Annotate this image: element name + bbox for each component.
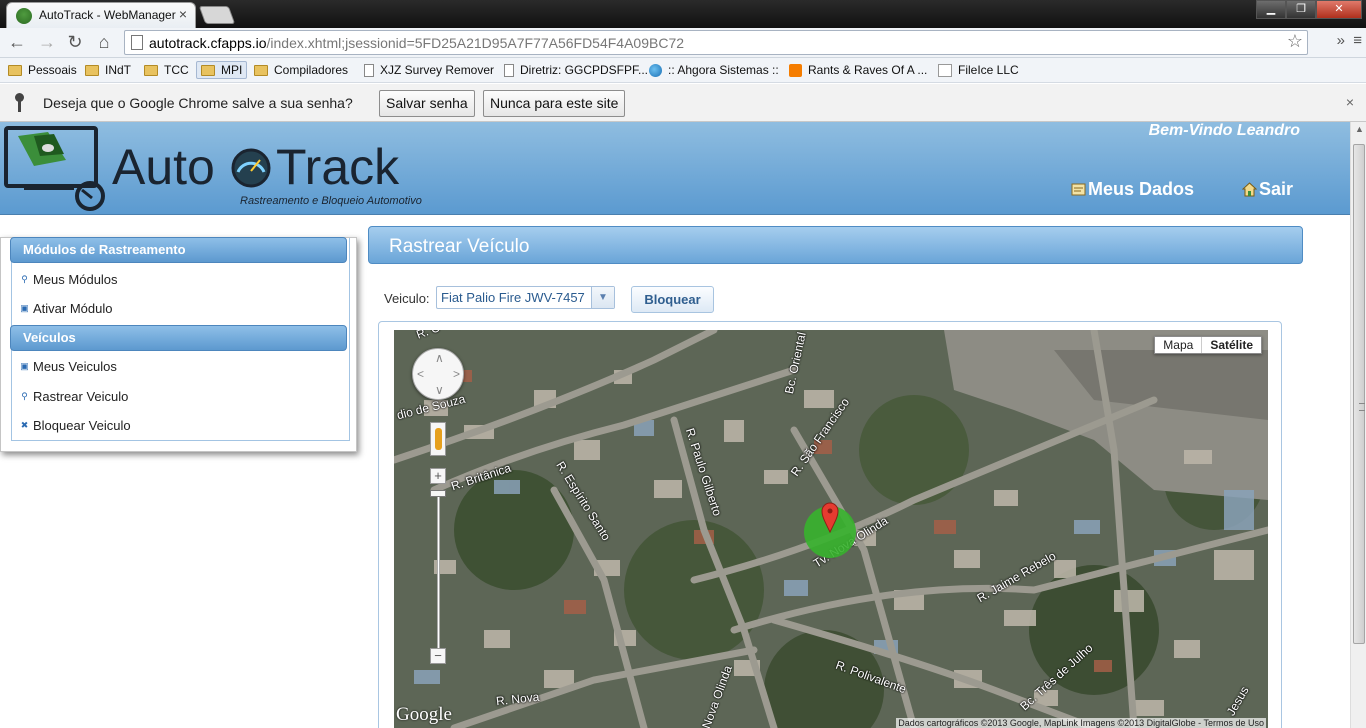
- bookmark-item[interactable]: Diretriz: GGCPDSFPF...: [504, 63, 648, 77]
- key-icon: [14, 93, 24, 113]
- vehicle-selected-value: Fiat Palio Fire JWV-7457: [441, 290, 585, 305]
- welcome-text: Bem-Vindo Leandro: [1148, 122, 1300, 139]
- zoom-out-button[interactable]: −: [430, 648, 446, 664]
- sidebar-section-modules[interactable]: Módulos de Rastreamento: [10, 237, 347, 263]
- page-icon: [504, 63, 514, 77]
- folder-icon: [254, 64, 268, 76]
- page-icon: [364, 63, 374, 77]
- browser-titlebar: AutoTrack - WebManager × ▁ ❐ ✕: [0, 0, 1366, 28]
- back-arrow-icon[interactable]: ←: [6, 31, 28, 53]
- new-tab-button[interactable]: [198, 6, 236, 24]
- vehicle-label: Veiculo:: [384, 291, 430, 306]
- bookmark-item[interactable]: MPI: [196, 61, 248, 79]
- logout-link[interactable]: Sair: [1242, 179, 1293, 200]
- never-save-button[interactable]: Nunca para este site: [483, 90, 626, 117]
- sidebar-item-block-vehicle[interactable]: ✖ Bloquear Veiculo: [20, 418, 131, 433]
- page-title: Rastrear Veículo: [389, 236, 530, 257]
- map-type-map-button[interactable]: Mapa: [1155, 337, 1201, 353]
- my-data-link[interactable]: Meus Dados: [1071, 179, 1194, 200]
- map-attribution[interactable]: Dados cartográficos ©2013 Google, MapLin…: [896, 718, 1266, 728]
- bookmark-item[interactable]: Rants & Raves Of A ...: [789, 63, 927, 77]
- bookmark-item[interactable]: XJZ Survey Remover: [364, 63, 494, 77]
- bookmark-star-icon[interactable]: ☆: [1287, 31, 1303, 52]
- zoom-in-button[interactable]: +: [430, 468, 446, 484]
- folder-icon: [144, 64, 158, 76]
- home-icon[interactable]: ⌂: [93, 31, 115, 53]
- id-card-icon: [1071, 183, 1086, 196]
- close-icon: ✖: [20, 420, 29, 430]
- password-infobar: Deseja que o Google Chrome salve a sua s…: [0, 84, 1366, 122]
- vehicle-location-marker[interactable]: [802, 498, 862, 558]
- favicon-icon: [16, 8, 32, 24]
- address-bar[interactable]: autotrack.cfapps.io/index.xhtml;jsession…: [124, 30, 1308, 55]
- map-type-satellite-button[interactable]: Satélite: [1201, 337, 1261, 353]
- browser-tab[interactable]: AutoTrack - WebManager ×: [6, 2, 196, 28]
- folder-icon: [8, 64, 22, 76]
- pan-control[interactable]: ∧ ∨ < >: [412, 348, 464, 400]
- chrome-menu-icon[interactable]: » ≡: [1337, 32, 1362, 49]
- folder-icon: [85, 64, 99, 76]
- bookmark-item[interactable]: INdT: [85, 63, 131, 77]
- url-text: autotrack.cfapps.io/index.xhtml;jsession…: [149, 35, 685, 51]
- browser-toolbar: ← → ↻ ⌂ autotrack.cfapps.io/index.xhtml;…: [0, 28, 1366, 58]
- autotrack-logo: Auto Track Rastreamento e Bloqueio Autom…: [4, 126, 422, 211]
- site-icon: [938, 63, 952, 77]
- sidebar-item-activate-module[interactable]: ▣ Ativar Módulo: [20, 301, 112, 316]
- reload-icon[interactable]: ↻: [64, 31, 86, 53]
- page-scrollbar[interactable]: ▲: [1350, 122, 1366, 728]
- bookmark-item[interactable]: TCC: [144, 63, 189, 77]
- logo-wordmark-track: Track: [276, 139, 400, 195]
- maximize-button[interactable]: ❐: [1286, 0, 1316, 19]
- globe-icon: [649, 63, 662, 77]
- tab-title: AutoTrack - WebManager: [39, 8, 176, 22]
- chevron-down-icon[interactable]: ▼: [591, 287, 614, 308]
- bookmark-item[interactable]: FileIce LLC: [938, 63, 1019, 77]
- window-close-button[interactable]: ✕: [1316, 0, 1362, 19]
- logout-label: Sair: [1259, 179, 1294, 199]
- infobar-close-icon[interactable]: ×: [1346, 94, 1354, 110]
- infobar-message: Deseja que o Google Chrome salve a sua s…: [43, 95, 353, 111]
- sidebar-item-my-vehicles[interactable]: ▣ Meus Veiculos: [20, 359, 117, 374]
- search-icon: ⚲: [21, 274, 28, 284]
- bookmark-item[interactable]: Compiladores: [254, 63, 348, 77]
- zoom-slider-track[interactable]: [437, 490, 440, 650]
- scrollbar-thumb[interactable]: [1353, 144, 1365, 644]
- satellite-map[interactable]: R. C dio de Souza R. Britânica R. Espíri…: [394, 330, 1268, 728]
- minimize-button[interactable]: ▁: [1256, 0, 1286, 19]
- search-icon: ⚲: [21, 391, 28, 401]
- logo-wordmark-auto: Auto: [112, 139, 215, 195]
- sidebar-item-my-modules[interactable]: ⚲ Meus Módulos: [20, 272, 117, 287]
- vehicle-select[interactable]: Fiat Palio Fire JWV-7457 ▼: [436, 286, 615, 309]
- window-controls: ▁ ❐ ✕: [1256, 0, 1362, 20]
- my-data-label: Meus Dados: [1088, 179, 1195, 199]
- page-icon: [131, 35, 143, 50]
- block-button[interactable]: Bloquear: [631, 286, 714, 313]
- save-icon: ▣: [20, 303, 29, 313]
- street-view-pegman-icon[interactable]: [430, 422, 446, 456]
- home-exit-icon: [1242, 182, 1257, 197]
- panel-header: Rastrear Veículo: [368, 226, 1303, 264]
- save-icon: ▣: [20, 361, 29, 371]
- google-logo: Google: [396, 704, 452, 725]
- sidebar-section-vehicles[interactable]: Veículos: [10, 325, 347, 351]
- blogger-icon: [789, 63, 802, 77]
- map-type-control: Mapa Satélite: [1154, 336, 1262, 354]
- zoom-slider-thumb[interactable]: [430, 490, 446, 497]
- save-password-button[interactable]: Salvar senha: [379, 90, 475, 117]
- forward-arrow-icon[interactable]: →: [36, 31, 58, 53]
- folder-icon: [201, 64, 215, 76]
- sidebar-item-track-vehicle[interactable]: ⚲ Rastrear Veiculo: [20, 389, 128, 404]
- site-header: Auto Track Rastreamento e Bloqueio Autom…: [0, 122, 1350, 215]
- tab-close-icon[interactable]: ×: [179, 6, 187, 22]
- scroll-up-icon[interactable]: ▲: [1355, 124, 1364, 134]
- bookmark-item[interactable]: Pessoais: [8, 63, 77, 77]
- bookmarks-bar: Pessoais INdT TCC MPI Compiladores XJZ S…: [0, 58, 1366, 83]
- logo-tagline: Rastreamento e Bloqueio Automotivo: [240, 195, 422, 207]
- bookmark-item[interactable]: :: Ahgora Sistemas ::: [649, 63, 779, 77]
